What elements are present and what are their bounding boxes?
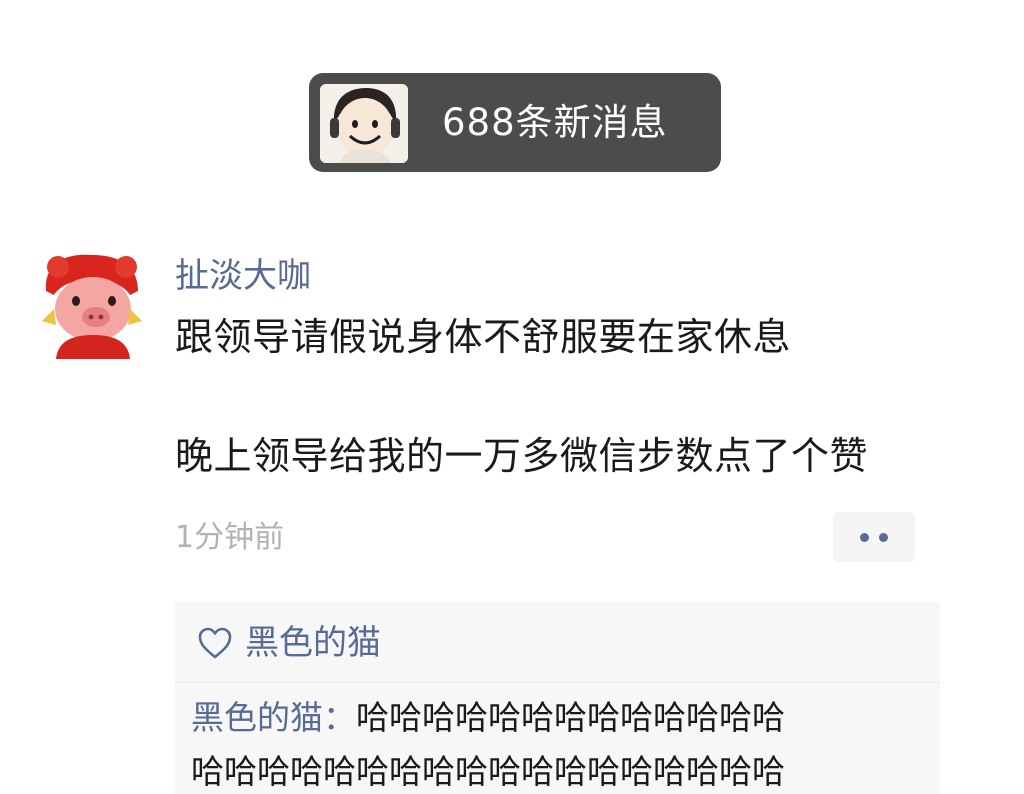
post-timestamp: 1分钟前 [175, 520, 285, 555]
cartoon-face-avatar-icon [320, 84, 408, 163]
comment-text-2: 哈哈哈哈哈哈哈哈哈哈哈哈哈哈哈哈哈哈 [191, 752, 785, 791]
post-author-name[interactable]: 扯淡大咖 [175, 252, 311, 300]
post-text-line-1: 跟领导请假说身体不舒服要在家休息 [175, 315, 792, 359]
new-messages-button[interactable]: 688条新消息 [309, 73, 721, 172]
like-user-name[interactable]: 黑色的猫 [245, 618, 381, 668]
comment-author[interactable]: 黑色的猫： [191, 698, 356, 737]
moments-page: 688条新消息 扯淡大咖 跟领导请假说身体不舒服要在家休息 晚上领导给我的一万多… [0, 0, 1024, 794]
post-text-line-2: 晚上领导给我的一万多微信步数点了个赞 [175, 434, 869, 478]
heart-icon [198, 627, 232, 659]
comment-text-1: 哈哈哈哈哈哈哈哈哈哈哈哈哈 [356, 698, 785, 737]
likes-row: 黑色的猫 [197, 618, 381, 668]
cartoon-pig-avatar-icon[interactable] [38, 251, 147, 359]
comment-line-2: 哈哈哈哈哈哈哈哈哈哈哈哈哈哈哈哈哈哈 [191, 748, 903, 794]
comment-line-1: 黑色的猫：哈哈哈哈哈哈哈哈哈哈哈哈哈 [191, 694, 903, 742]
more-actions-button[interactable] [833, 512, 915, 562]
new-messages-label: 688条新消息 [442, 101, 668, 144]
likes-divider [175, 682, 940, 683]
more-dots-icon [860, 532, 869, 542]
more-dots-icon [879, 532, 888, 542]
